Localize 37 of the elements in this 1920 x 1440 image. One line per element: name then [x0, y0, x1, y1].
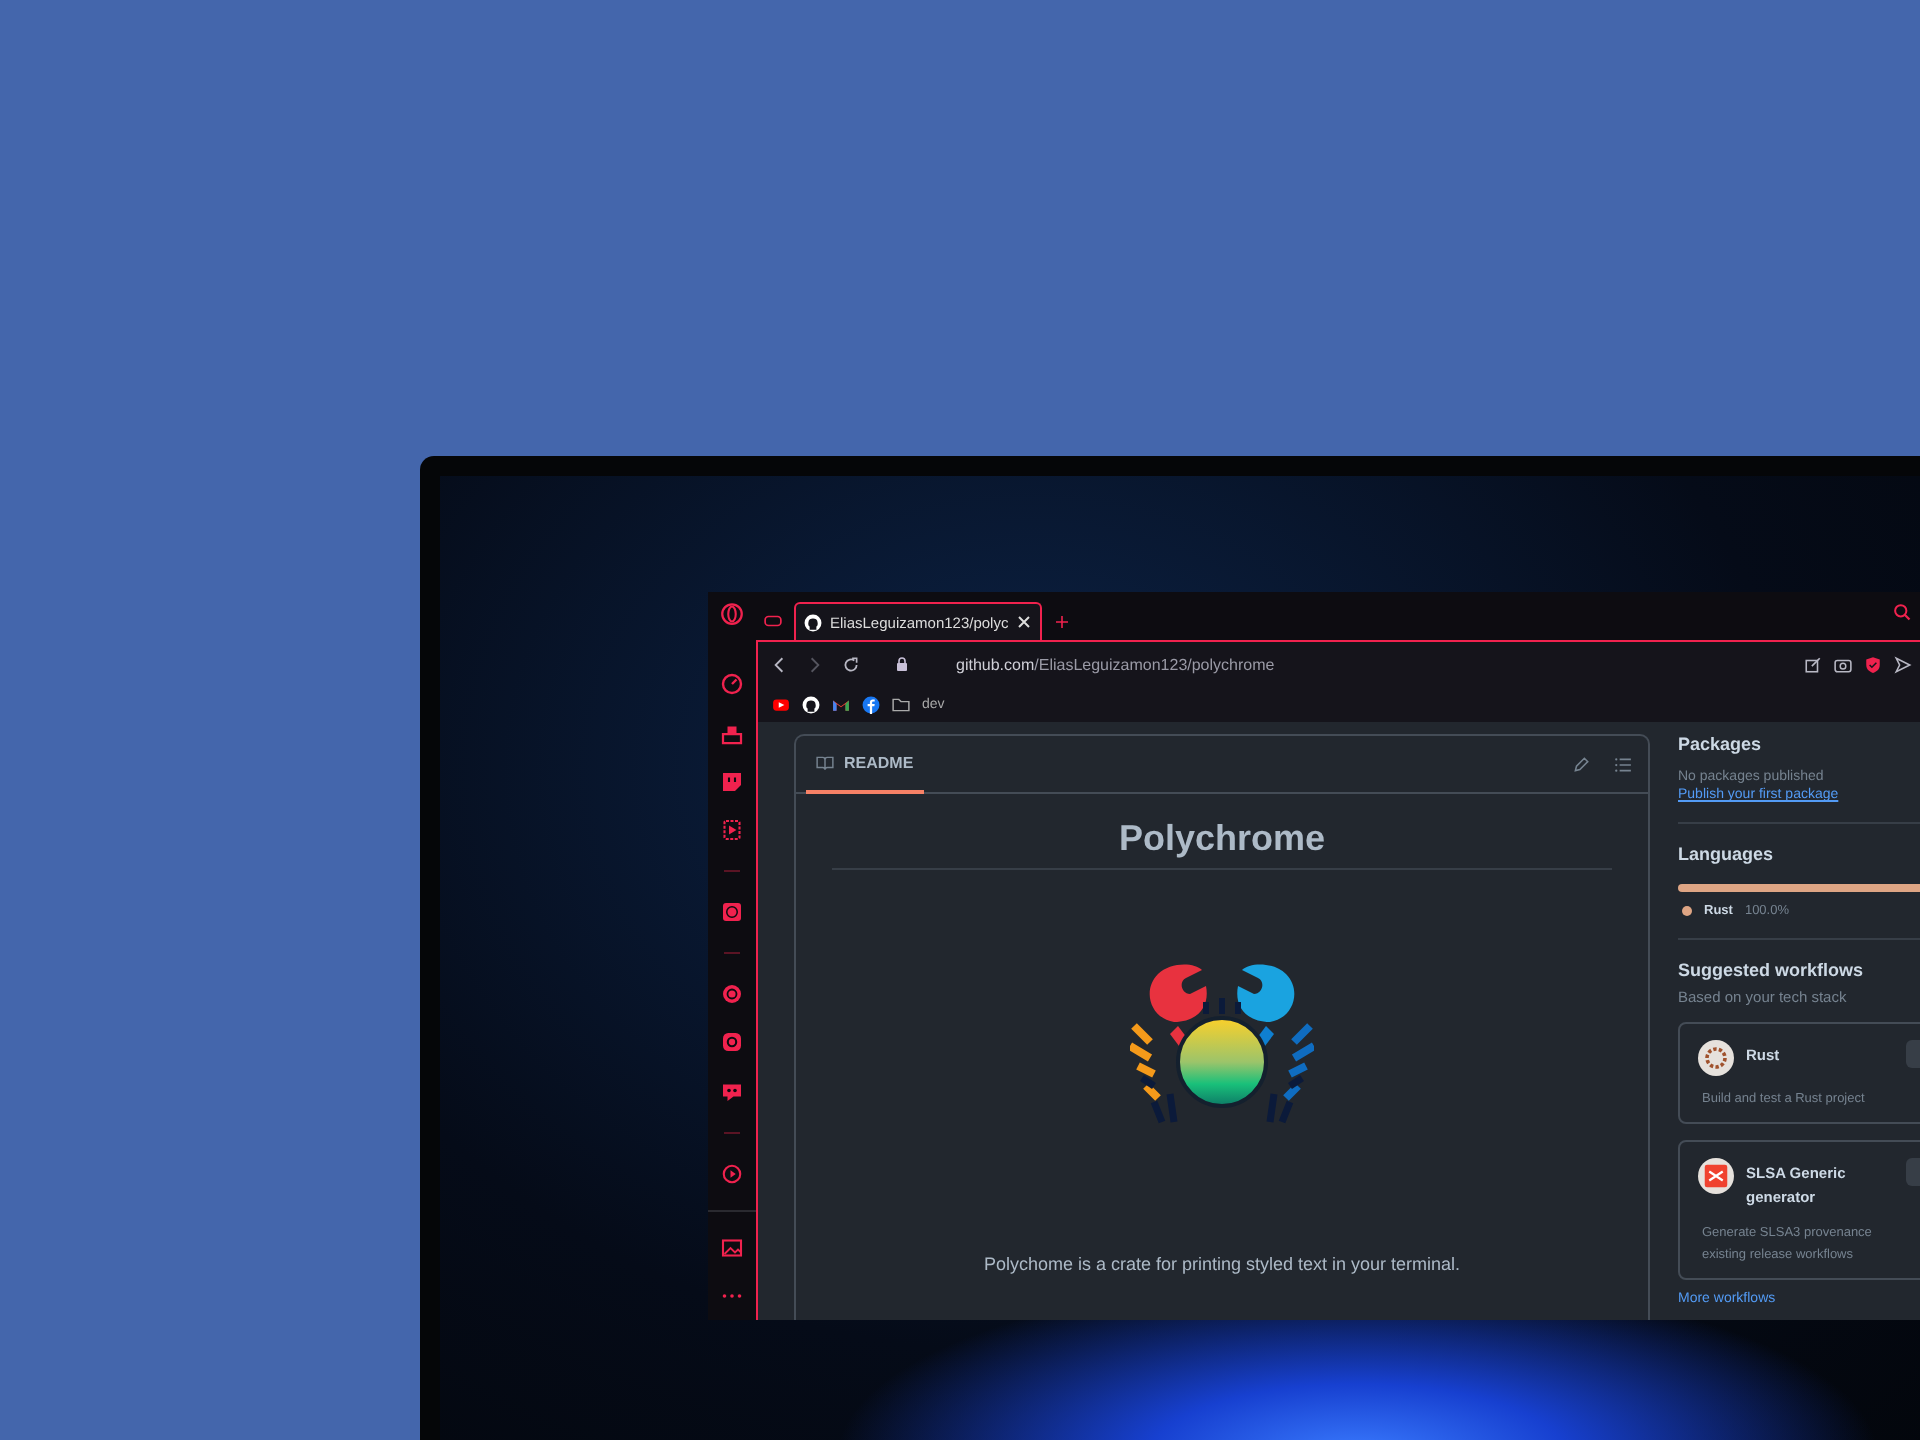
shield-icon[interactable] [1864, 655, 1882, 673]
gamepad-icon[interactable] [764, 612, 782, 630]
github-icon [804, 613, 822, 631]
slsa-shield-icon [1698, 1158, 1734, 1194]
close-icon[interactable] [1016, 614, 1033, 630]
readme-description: Polychome is a crate for printing styled text in your terminal. [981, 1254, 1463, 1274]
send-icon[interactable] [1894, 655, 1912, 673]
padlock-icon [894, 656, 910, 672]
player-icon[interactable] [720, 817, 744, 842]
section-heading: Suggested workflows [1678, 960, 1866, 980]
list-icon[interactable] [1614, 755, 1632, 773]
facebook-icon[interactable] [862, 695, 880, 713]
address-bar-url[interactable]: github.com/EliasLeguizamon123/polychrome [956, 655, 1275, 673]
reload-icon[interactable] [842, 655, 860, 673]
youtube-icon[interactable] [772, 695, 790, 713]
book-icon [816, 754, 834, 772]
rust-gear-icon [1698, 1040, 1734, 1076]
search-icon[interactable] [1892, 602, 1912, 622]
opera-logo-icon[interactable] [720, 602, 744, 627]
folder-icon[interactable] [892, 695, 910, 713]
mail-icon[interactable] [832, 695, 850, 713]
camera-icon[interactable] [1834, 655, 1852, 673]
readme-title: Polychrome [832, 818, 1612, 870]
camera-icon[interactable] [720, 1030, 744, 1055]
image-gallery-icon[interactable] [720, 1235, 744, 1260]
play-circle-icon[interactable] [720, 1161, 744, 1186]
readme-tab[interactable]: README [806, 736, 924, 794]
section-heading: Packages [1678, 734, 1764, 754]
section-heading: Languages [1678, 844, 1776, 864]
speedometer-icon[interactable] [720, 672, 744, 697]
discord-icon[interactable] [720, 1079, 744, 1104]
edit-note-icon[interactable] [1804, 655, 1822, 673]
inbox-tray-icon[interactable] [720, 721, 744, 746]
twitch-icon[interactable] [720, 769, 744, 794]
plus-icon[interactable] [1054, 613, 1071, 629]
github-icon[interactable] [802, 695, 820, 713]
pencil-icon[interactable] [1572, 755, 1590, 773]
